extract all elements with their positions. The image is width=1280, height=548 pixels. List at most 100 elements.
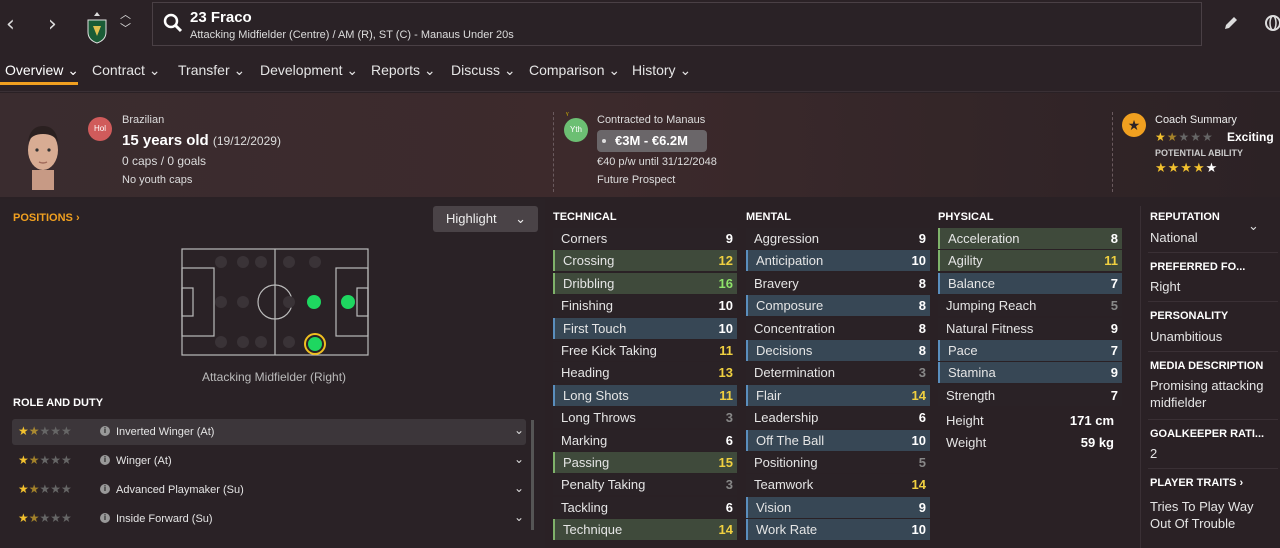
- attribute-row-flair[interactable]: Flair 14: [746, 384, 930, 406]
- attribute-row-technique[interactable]: Technique 14: [553, 519, 737, 541]
- tab-reports[interactable]: Reports ⌄: [371, 62, 436, 79]
- transfer-value-pill[interactable]: €3M - €6.2M: [597, 130, 707, 152]
- caps-goals: 0 caps / 0 goals: [122, 154, 207, 168]
- player-face-avatar[interactable]: [18, 118, 68, 190]
- attribute-value: 5: [918, 455, 926, 470]
- attribute-value: 10: [718, 298, 733, 314]
- tab-transfer[interactable]: Transfer ⌄: [178, 62, 245, 79]
- attribute-name: Teamwork: [754, 477, 814, 493]
- globe-icon[interactable]: [1264, 14, 1280, 32]
- attribute-value: 6: [725, 432, 733, 448]
- attribute-row-dribbling[interactable]: Dribbling 16: [553, 272, 737, 294]
- attribute-row-first-touch[interactable]: First Touch 10: [553, 317, 737, 339]
- attribute-row-jumping-reach[interactable]: Jumping Reach 5: [938, 295, 1122, 317]
- info-icon[interactable]: i: [100, 484, 110, 494]
- attribute-row-positioning[interactable]: Positioning 5: [746, 452, 930, 473]
- attribute-row-balance[interactable]: Balance 7: [938, 272, 1122, 294]
- attribute-row-aggression[interactable]: Aggression 9: [746, 228, 930, 249]
- attribute-row-long-throws[interactable]: Long Throws 3: [553, 407, 737, 429]
- attribute-row-leadership[interactable]: Leadership 6: [746, 407, 930, 429]
- tab-development[interactable]: Development ⌄: [260, 62, 358, 79]
- attribute-row-tackling[interactable]: Tackling 6: [553, 496, 737, 518]
- attribute-row-corners[interactable]: Corners 9: [553, 228, 737, 249]
- edit-icon[interactable]: [1222, 14, 1240, 32]
- attribute-row-determination[interactable]: Determination 3: [746, 362, 930, 384]
- tab-discuss[interactable]: Discuss ⌄: [451, 62, 516, 79]
- attribute-row-strength[interactable]: Strength 7: [938, 384, 1122, 406]
- role-row[interactable]: ★★★★★ i Winger (At) ⌄: [12, 448, 526, 474]
- attribute-value: 6: [918, 410, 926, 426]
- chevron-down-icon[interactable]: ⌄: [1248, 218, 1259, 234]
- attribute-value: 9: [918, 231, 926, 246]
- back-button[interactable]: ‹: [6, 12, 15, 37]
- attribute-row-marking[interactable]: Marking 6: [553, 429, 737, 451]
- attribute-name: Crossing: [563, 253, 615, 269]
- attribute-row-concentration[interactable]: Concentration 8: [746, 317, 930, 339]
- tab-contract[interactable]: Contract ⌄: [92, 62, 161, 79]
- attribute-row-free-kick-taking[interactable]: Free Kick Taking 11: [553, 340, 737, 361]
- attribute-row-composure[interactable]: Composure 8: [746, 295, 930, 317]
- player-search-box[interactable]: 23 Fraco Attacking Midfielder (Centre) /…: [152, 2, 1202, 46]
- attribute-value: 10: [911, 253, 926, 269]
- info-icon[interactable]: i: [100, 513, 110, 523]
- potential-ability-label: POTENTIAL ABILITY: [1155, 148, 1244, 158]
- tab-overview[interactable]: Overview ⌄: [5, 62, 79, 79]
- attribute-name: Flair: [756, 387, 782, 403]
- player-traits-link[interactable]: PLAYER TRAITS ›: [1150, 477, 1243, 489]
- info-icon[interactable]: i: [100, 426, 110, 436]
- attribute-row-long-shots[interactable]: Long Shots 11: [553, 384, 737, 406]
- attribute-row-crossing[interactable]: Crossing 12: [553, 250, 737, 272]
- role-row[interactable]: ★★★★★ i Advanced Playmaker (Su) ⌄: [12, 477, 526, 503]
- current-ability-stars: ★★★★★: [1155, 130, 1214, 144]
- attribute-name: Passing: [563, 455, 610, 470]
- attribute-row-teamwork[interactable]: Teamwork 14: [746, 474, 930, 496]
- player-traits-value: Tries To Play Way Out Of Trouble: [1150, 499, 1254, 531]
- attribute-name: Technique: [563, 522, 623, 538]
- attribute-row-passing[interactable]: Passing 15: [553, 452, 737, 473]
- attribute-row-work-rate[interactable]: Work Rate 10: [746, 519, 930, 541]
- positions-link[interactable]: POSITIONS ›: [13, 212, 80, 224]
- chevron-down-icon[interactable]: ⌄: [514, 423, 524, 437]
- nationality-badge[interactable]: Hol: [88, 117, 112, 141]
- club-crest-icon[interactable]: [86, 10, 108, 44]
- attribute-row-stamina[interactable]: Stamina 9: [938, 362, 1122, 384]
- attribute-name: Bravery: [754, 275, 799, 291]
- role-row[interactable]: ★★★★★ i Inside Forward (Su) ⌄: [12, 506, 526, 532]
- chevron-down-icon[interactable]: ⌄: [514, 510, 524, 524]
- attribute-row-agility[interactable]: Agility 11: [938, 250, 1122, 272]
- attribute-row-acceleration[interactable]: Acceleration 8: [938, 228, 1122, 249]
- attribute-row-anticipation[interactable]: Anticipation 10: [746, 250, 930, 272]
- mental-title: MENTAL: [746, 211, 792, 223]
- attribute-row-heading[interactable]: Heading 13: [553, 362, 737, 384]
- attribute-row-decisions[interactable]: Decisions 8: [746, 340, 930, 361]
- weight-row: Weight 59 kg: [946, 435, 1114, 450]
- player-switch-arrows[interactable]: ︿ ﹀: [120, 8, 131, 36]
- attribute-row-pace[interactable]: Pace 7: [938, 340, 1122, 361]
- laurel-icon: ᵞ: [566, 110, 569, 119]
- attribute-name: Work Rate: [756, 522, 818, 538]
- attribute-row-vision[interactable]: Vision 9: [746, 496, 930, 518]
- attribute-value: 9: [918, 499, 926, 515]
- personality-title: PERSONALITY: [1150, 310, 1229, 322]
- info-icon[interactable]: i: [100, 455, 110, 465]
- attribute-row-bravery[interactable]: Bravery 8: [746, 272, 930, 294]
- role-row[interactable]: ★★★★★ i Inverted Winger (At) ⌄: [12, 419, 526, 445]
- tab-comparison[interactable]: Comparison ⌄: [529, 62, 620, 79]
- attribute-value: 14: [911, 387, 926, 403]
- highlight-dropdown[interactable]: Highlight ⌄: [433, 206, 538, 232]
- chevron-down-icon[interactable]: ⌄: [514, 452, 524, 466]
- attribute-row-finishing[interactable]: Finishing 10: [553, 295, 737, 317]
- attribute-row-natural-fitness[interactable]: Natural Fitness 9: [938, 317, 1122, 339]
- attribute-row-penalty-taking[interactable]: Penalty Taking 3: [553, 474, 737, 496]
- attribute-row-off-the-ball[interactable]: Off The Ball 10: [746, 429, 930, 451]
- tab-history[interactable]: History ⌄: [632, 62, 691, 79]
- preferred-foot-value: Right: [1150, 279, 1181, 294]
- roles-scrollbar[interactable]: [531, 420, 534, 530]
- forward-button[interactable]: ›: [48, 12, 57, 37]
- attribute-value: 7: [1110, 343, 1118, 358]
- role-stars: ★★★★★: [18, 511, 72, 525]
- chevron-down-icon[interactable]: ⌄: [514, 481, 524, 495]
- attribute-value: 11: [719, 387, 733, 403]
- attribute-name: First Touch: [563, 320, 627, 336]
- role-name: Inverted Winger (At): [116, 426, 215, 438]
